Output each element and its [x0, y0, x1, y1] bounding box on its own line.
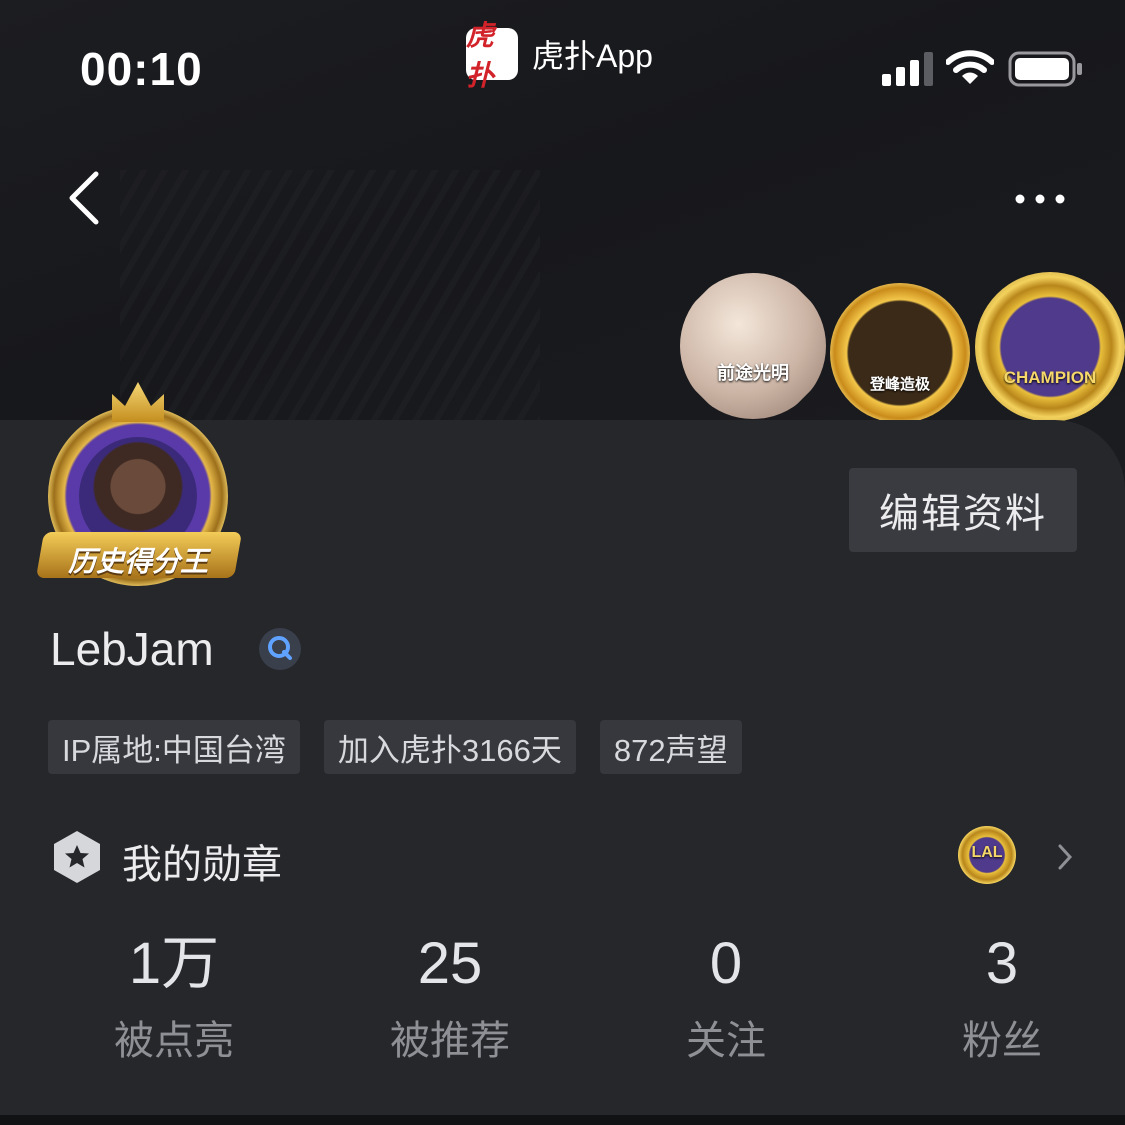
stat-label: 被点亮 — [114, 1019, 234, 1063]
reputation-tag: 872声望 — [599, 720, 742, 774]
join-days-tag: 加入虎扑3166天 — [323, 720, 576, 774]
my-medals-label: 我的勋章 — [122, 843, 282, 887]
stat-value: 3 — [985, 931, 1019, 996]
scoring-leader-badge-icon[interactable]: 登峰造极 — [830, 283, 970, 423]
stat-followers[interactable]: 3 粉丝 — [864, 932, 1125, 1066]
crown-icon — [112, 382, 164, 422]
avatar-ribbon: 历史得分王 — [35, 532, 243, 578]
more-options-icon[interactable] — [1012, 184, 1068, 214]
ip-location-tag: IP属地:中国台湾 — [48, 720, 300, 774]
status-time: 00:10 — [80, 43, 203, 95]
stat-label: 粉丝 — [962, 1019, 1042, 1063]
my-medals-row[interactable]: 我的勋章 LAL — [52, 826, 1082, 890]
stat-following[interactable]: 0 关注 — [588, 932, 864, 1066]
stat-likes[interactable]: 1万 被点亮 — [36, 932, 312, 1066]
avatar[interactable]: 历史得分王 — [34, 382, 244, 592]
avatar-ribbon-text: 历史得分王 — [68, 546, 209, 577]
stat-label: 被推荐 — [390, 1019, 510, 1063]
stat-recommended[interactable]: 25 被推荐 — [312, 932, 588, 1066]
stat-value: 0 — [709, 931, 743, 996]
verified-badge-icon[interactable] — [258, 627, 302, 671]
profile-tags: IP属地:中国台湾 加入虎扑3166天 872声望 — [48, 720, 742, 774]
mini-badge-label: LAL — [971, 844, 1003, 861]
cellular-signal-icon — [882, 52, 933, 86]
divider — [0, 1115, 1125, 1125]
edit-profile-button[interactable]: 编辑资料 — [849, 468, 1077, 552]
username: LebJam — [50, 623, 214, 675]
lighthouse-badge-icon[interactable]: 前途光明 — [680, 273, 826, 419]
wifi-icon — [946, 50, 994, 84]
source-app-indicator[interactable]: 虎扑 虎扑App — [466, 20, 653, 91]
chevron-right-icon — [1058, 844, 1073, 870]
source-app-name: 虎扑App — [532, 38, 653, 74]
stat-label: 关注 — [686, 1019, 766, 1063]
badge-label: 前途光明 — [717, 363, 789, 383]
hupu-logo-icon: 虎扑 — [466, 20, 518, 91]
battery-icon — [1008, 51, 1082, 87]
lal-champion-mini-badge-icon: LAL — [958, 826, 1016, 884]
badge-label: 登峰造极 — [869, 376, 930, 393]
back-arrow-icon[interactable] — [60, 168, 110, 228]
star-hexagon-icon — [54, 831, 100, 883]
badge-label: CHAMPION — [1003, 368, 1097, 387]
stat-value: 1万 — [128, 931, 220, 996]
lal-champion-badge-icon[interactable]: CHAMPION — [975, 272, 1125, 422]
profile-stats: 1万 被点亮 25 被推荐 0 关注 3 粉丝 — [36, 932, 1125, 1066]
stat-value: 25 — [417, 931, 483, 996]
